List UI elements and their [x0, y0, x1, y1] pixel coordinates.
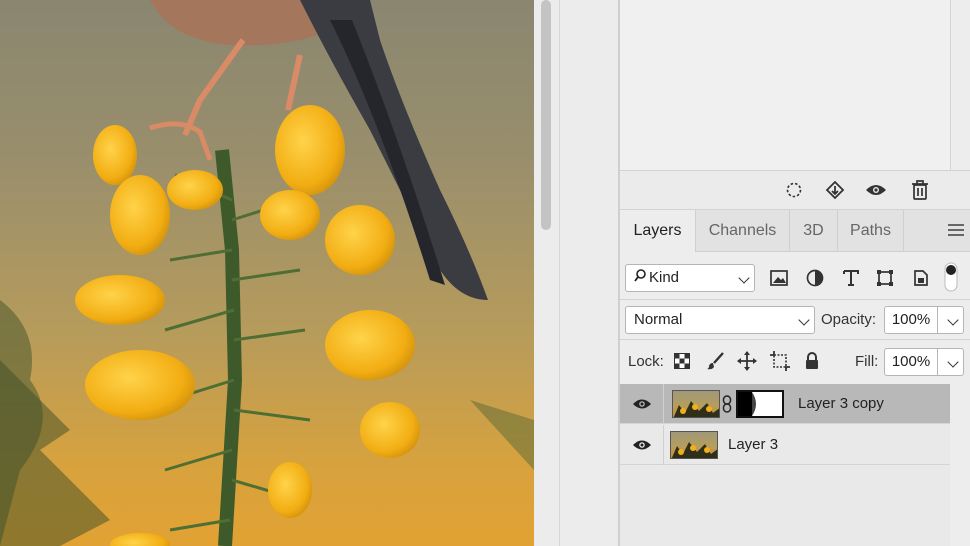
tab-paths[interactable]: Paths: [838, 210, 904, 251]
filter-toggle-icon[interactable]: [944, 262, 958, 292]
trash-icon[interactable]: [908, 179, 932, 201]
tab-3d[interactable]: 3D: [790, 210, 838, 251]
layer-visibility-eye-icon[interactable]: [620, 425, 664, 465]
blend-mode-value: Normal: [634, 311, 683, 328]
panel-gap: [560, 0, 618, 546]
layer-name[interactable]: Layer 3 copy: [798, 395, 884, 412]
lock-all-icon[interactable]: [801, 350, 823, 372]
layers-panel-dock: Layers Channels 3D Paths Kind Normal Opa…: [620, 0, 970, 546]
lock-paint-icon[interactable]: [704, 350, 726, 372]
upper-panel-toolbar: [620, 170, 970, 210]
image-canvas[interactable]: [0, 0, 534, 546]
chevron-down-icon: [947, 356, 959, 368]
layer-mask-thumbnail[interactable]: [736, 390, 784, 418]
search-icon: [634, 265, 646, 291]
opacity-input[interactable]: 100%: [884, 306, 938, 334]
layer-thumbnail: [670, 431, 718, 459]
type-filter-icon[interactable]: [840, 267, 862, 289]
layers-list: Layer 3 copy Layer 3: [620, 384, 950, 546]
tab-layers[interactable]: Layers: [620, 210, 696, 252]
selection-dashed-icon[interactable]: [782, 179, 806, 201]
lock-position-icon[interactable]: [736, 350, 758, 372]
layers-scroll-strip: [950, 384, 970, 546]
tab-channels[interactable]: Channels: [696, 210, 790, 251]
layer-row-layer-3[interactable]: Layer 3: [620, 425, 950, 465]
photo-bird-on-gorse: [0, 0, 534, 546]
filter-kind-select[interactable]: Kind: [625, 264, 755, 292]
fill-input[interactable]: 100%: [884, 348, 938, 376]
fill-label: Fill:: [855, 353, 879, 370]
opacity-label: Opacity:: [821, 311, 877, 328]
filter-row: Kind: [620, 252, 970, 300]
lock-row: Lock: Fill: 100%: [620, 340, 970, 384]
scrollbar-thumb[interactable]: [541, 0, 551, 230]
adjustment-filter-icon[interactable]: [804, 267, 826, 289]
layer-row-layer-3-copy[interactable]: Layer 3 copy: [620, 384, 950, 424]
lock-transparent-icon[interactable]: [671, 350, 693, 372]
layer-visibility-eye-icon[interactable]: [620, 384, 664, 424]
canvas-vertical-scrollbar[interactable]: [534, 0, 560, 546]
lock-label: Lock:: [628, 353, 664, 370]
visibility-eye-icon[interactable]: [864, 179, 888, 201]
chain-link-icon[interactable]: [722, 395, 732, 418]
panel-tabs: Layers Channels 3D Paths: [620, 210, 970, 252]
smart-object-filter-icon[interactable]: [910, 267, 932, 289]
blend-row: Normal Opacity: 100%: [620, 300, 970, 340]
blend-mode-select[interactable]: Normal: [625, 306, 815, 334]
layer-thumbnail: [672, 390, 720, 418]
fill-layer-icon[interactable]: [823, 179, 847, 201]
opacity-dropdown[interactable]: [938, 306, 964, 334]
panel-menu-icon[interactable]: [948, 224, 964, 239]
image-filter-icon[interactable]: [768, 267, 790, 289]
chevron-down-icon: [947, 314, 959, 326]
chevron-down-icon: [738, 272, 750, 284]
properties-panel-area: [620, 0, 951, 170]
filter-kind-label: Kind: [649, 269, 680, 286]
fill-dropdown[interactable]: [938, 348, 964, 376]
shape-filter-icon[interactable]: [874, 267, 896, 289]
chevron-down-icon: [798, 314, 810, 326]
lock-artboard-icon[interactable]: [769, 350, 791, 372]
layer-name[interactable]: Layer 3: [728, 436, 778, 453]
